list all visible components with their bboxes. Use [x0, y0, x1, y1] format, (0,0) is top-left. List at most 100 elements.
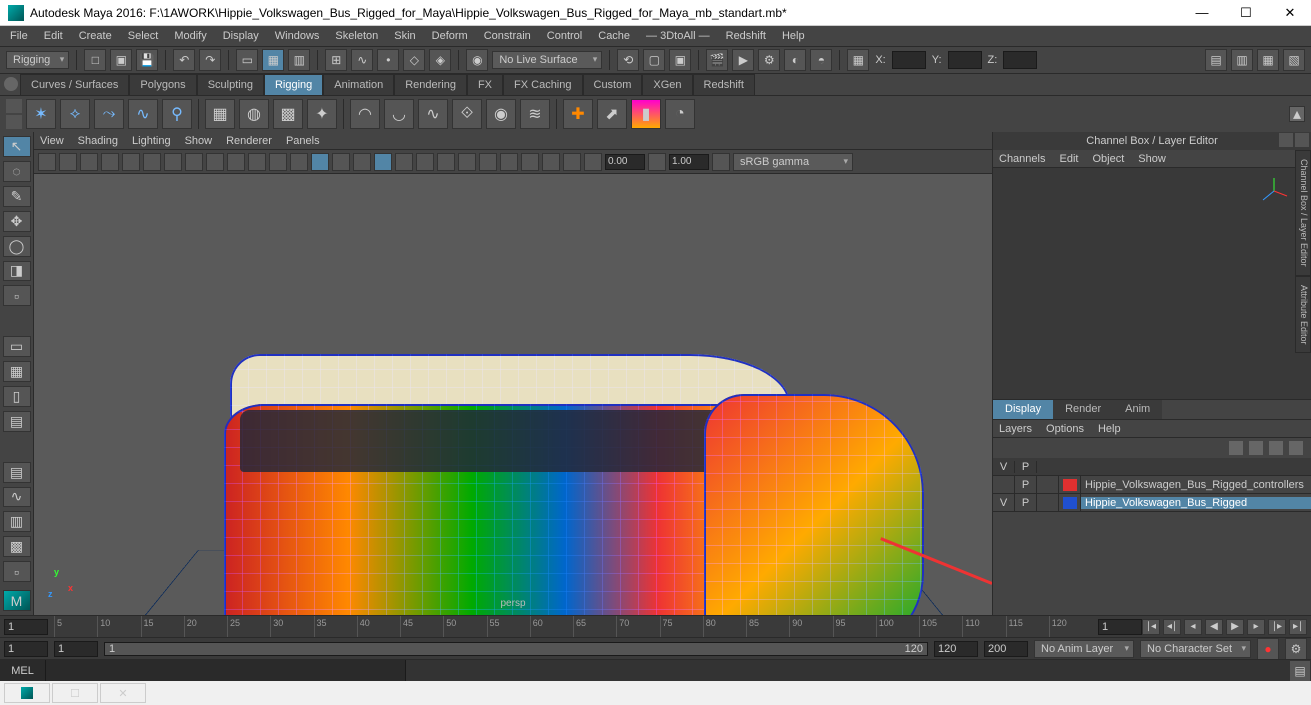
workspace-dropdown[interactable]: Rigging — [6, 51, 69, 69]
shelf-tab-fx[interactable]: FX — [467, 74, 503, 95]
pt-color-mgmt-icon[interactable] — [712, 153, 730, 171]
panel-menu-lighting[interactable]: Lighting — [132, 135, 171, 147]
taskbar-app-2[interactable]: ☐ — [52, 683, 98, 703]
shelf-tab-custom[interactable]: Custom — [583, 74, 643, 95]
layer-new-selected-icon[interactable] — [1289, 441, 1303, 455]
layer-row[interactable]: PHippie_Volkswagen_Bus_Rigged_controller… — [993, 476, 1311, 494]
pt-bookmark-icon[interactable] — [59, 153, 77, 171]
shelf-wrap-icon[interactable]: ◡ — [384, 99, 414, 129]
pt-color-mgmt-dropdown[interactable]: sRGB gamma — [733, 153, 853, 171]
menu-select[interactable]: Select — [122, 28, 165, 44]
panel-menu-panels[interactable]: Panels — [286, 135, 320, 147]
render-settings-button[interactable]: ⚙ — [758, 49, 780, 71]
step-fwd-button[interactable]: ▸ — [1247, 619, 1265, 635]
layer-vis-toggle[interactable] — [993, 476, 1015, 493]
hypershade-button[interactable]: ◓ — [810, 49, 832, 71]
taskbar-app-3[interactable]: ✕ — [100, 683, 146, 703]
menu-modify[interactable]: Modify — [168, 28, 212, 44]
pt-motion-blur-icon[interactable] — [416, 153, 434, 171]
range-outer-end[interactable] — [984, 641, 1028, 657]
cb-menu-show[interactable]: Show — [1138, 153, 1166, 165]
shelf-humanik-icon[interactable]: ⚲ — [162, 99, 192, 129]
step-back-key-button[interactable]: ◂∣ — [1163, 619, 1181, 635]
toggle-xray-button[interactable]: ▣ — [669, 49, 691, 71]
snap-curve-button[interactable]: ∿ — [351, 49, 373, 71]
shelf-tab-animation[interactable]: Animation — [323, 74, 394, 95]
menu--3dtoall-[interactable]: — 3DtoAll — — [640, 28, 716, 44]
layer-display-type[interactable] — [1037, 494, 1059, 511]
range-outer-start[interactable] — [4, 641, 48, 657]
character-set-dropdown[interactable]: No Character Set — [1140, 640, 1251, 658]
layer-playback-toggle[interactable]: P — [1015, 494, 1037, 511]
layout-four-icon[interactable]: ▦ — [3, 361, 31, 382]
rotate-tool[interactable]: ◯ — [3, 236, 31, 257]
construction-history-button[interactable]: ⟲ — [617, 49, 639, 71]
ipr-render-button[interactable]: ▶ — [732, 49, 754, 71]
channel-box-header[interactable]: Channel Box / Layer Editor — [993, 132, 1311, 150]
pt-aa-icon[interactable] — [437, 153, 455, 171]
save-scene-button[interactable]: 💾 — [136, 49, 158, 71]
layer-new-empty-icon[interactable] — [1269, 441, 1283, 455]
new-scene-button[interactable]: □ — [84, 49, 106, 71]
range-inner-end[interactable] — [934, 641, 978, 657]
panel-menu-shading[interactable]: Shading — [78, 135, 118, 147]
play-fwd-button[interactable]: ▶ — [1226, 619, 1244, 635]
sidebar-toggle-4[interactable]: ▧ — [1283, 49, 1305, 71]
layer-color-swatch[interactable] — [1059, 494, 1081, 511]
panel-menu-renderer[interactable]: Renderer — [226, 135, 272, 147]
z-field[interactable] — [1003, 51, 1037, 69]
sidebar-toggle-1[interactable]: ▤ — [1205, 49, 1227, 71]
graph-icon[interactable]: ∿ — [3, 487, 31, 508]
menu-help[interactable]: Help — [776, 28, 811, 44]
menu-constrain[interactable]: Constrain — [478, 28, 537, 44]
layer-row[interactable]: VPHippie_Volkswagen_Bus_Rigged — [993, 494, 1311, 512]
pt-isolate-icon[interactable] — [458, 153, 476, 171]
minimize-button[interactable]: — — [1189, 3, 1215, 23]
live-surface-dropdown[interactable]: No Live Surface — [492, 51, 602, 69]
panel-pin-icon[interactable] — [1295, 133, 1309, 147]
viewport[interactable]: y x z persp — [34, 174, 992, 615]
shelf-bind-icon[interactable]: ▦ — [205, 99, 235, 129]
menu-display[interactable]: Display — [217, 28, 265, 44]
shelf-nonlinear-icon[interactable]: ⟐ — [452, 99, 482, 129]
snap-plane-button[interactable]: ◇ — [403, 49, 425, 71]
render-globals-button[interactable]: ◐ — [784, 49, 806, 71]
snap-point-button[interactable]: • — [377, 49, 399, 71]
hyper-icon[interactable]: ▩ — [3, 536, 31, 557]
pt-xray-joints-icon[interactable] — [500, 153, 518, 171]
menu-deform[interactable]: Deform — [426, 28, 474, 44]
side-tab-attribute-editor[interactable]: Attribute Editor — [1295, 276, 1311, 354]
side-tab-channel-box[interactable]: Channel Box / Layer Editor — [1295, 150, 1311, 276]
range-inner-start[interactable] — [54, 641, 98, 657]
command-input[interactable] — [46, 660, 406, 681]
shelf-ikspline-icon[interactable]: ∿ — [128, 99, 158, 129]
render-view-button[interactable]: 🎬 — [706, 49, 728, 71]
shelf-pin-icon[interactable]: ▮ — [631, 99, 661, 129]
pt-grid-icon[interactable] — [143, 153, 161, 171]
menu-cache[interactable]: Cache — [592, 28, 636, 44]
go-end-button[interactable]: ▸∣ — [1289, 619, 1307, 635]
layout-single-icon[interactable]: ▭ — [3, 336, 31, 357]
panel-menu-view[interactable]: View — [40, 135, 64, 147]
shelf-editor-button[interactable] — [6, 99, 22, 129]
object-mode-button[interactable]: ▥ — [288, 49, 310, 71]
maximize-button[interactable]: ☐ — [1233, 3, 1259, 23]
pt-misc1-icon[interactable] — [521, 153, 539, 171]
layer-move-up-icon[interactable] — [1229, 441, 1243, 455]
snap-view-button[interactable]: ◈ — [429, 49, 451, 71]
shelf-tab-rigging[interactable]: Rigging — [264, 74, 323, 95]
pt-2d-zoom-icon[interactable] — [101, 153, 119, 171]
undo-button[interactable]: ↶ — [173, 49, 195, 71]
script-editor-button[interactable]: ▤ — [1289, 660, 1311, 682]
pt-gamma-icon[interactable] — [648, 153, 666, 171]
shelf-tab-xgen[interactable]: XGen — [642, 74, 692, 95]
pt-ao-icon[interactable] — [395, 153, 413, 171]
shelf-parent-icon[interactable]: ⬈ — [597, 99, 627, 129]
range-track[interactable]: 1 120 — [104, 642, 928, 656]
pt-exposure-field[interactable] — [605, 154, 645, 170]
outliner-icon[interactable]: ▤ — [3, 462, 31, 483]
layout-two-icon[interactable]: ▯ — [3, 386, 31, 407]
close-button[interactable]: ✕ — [1277, 3, 1303, 23]
shelf-cluster-icon[interactable]: ✦ — [307, 99, 337, 129]
scale-tool[interactable]: ◨ — [3, 261, 31, 282]
